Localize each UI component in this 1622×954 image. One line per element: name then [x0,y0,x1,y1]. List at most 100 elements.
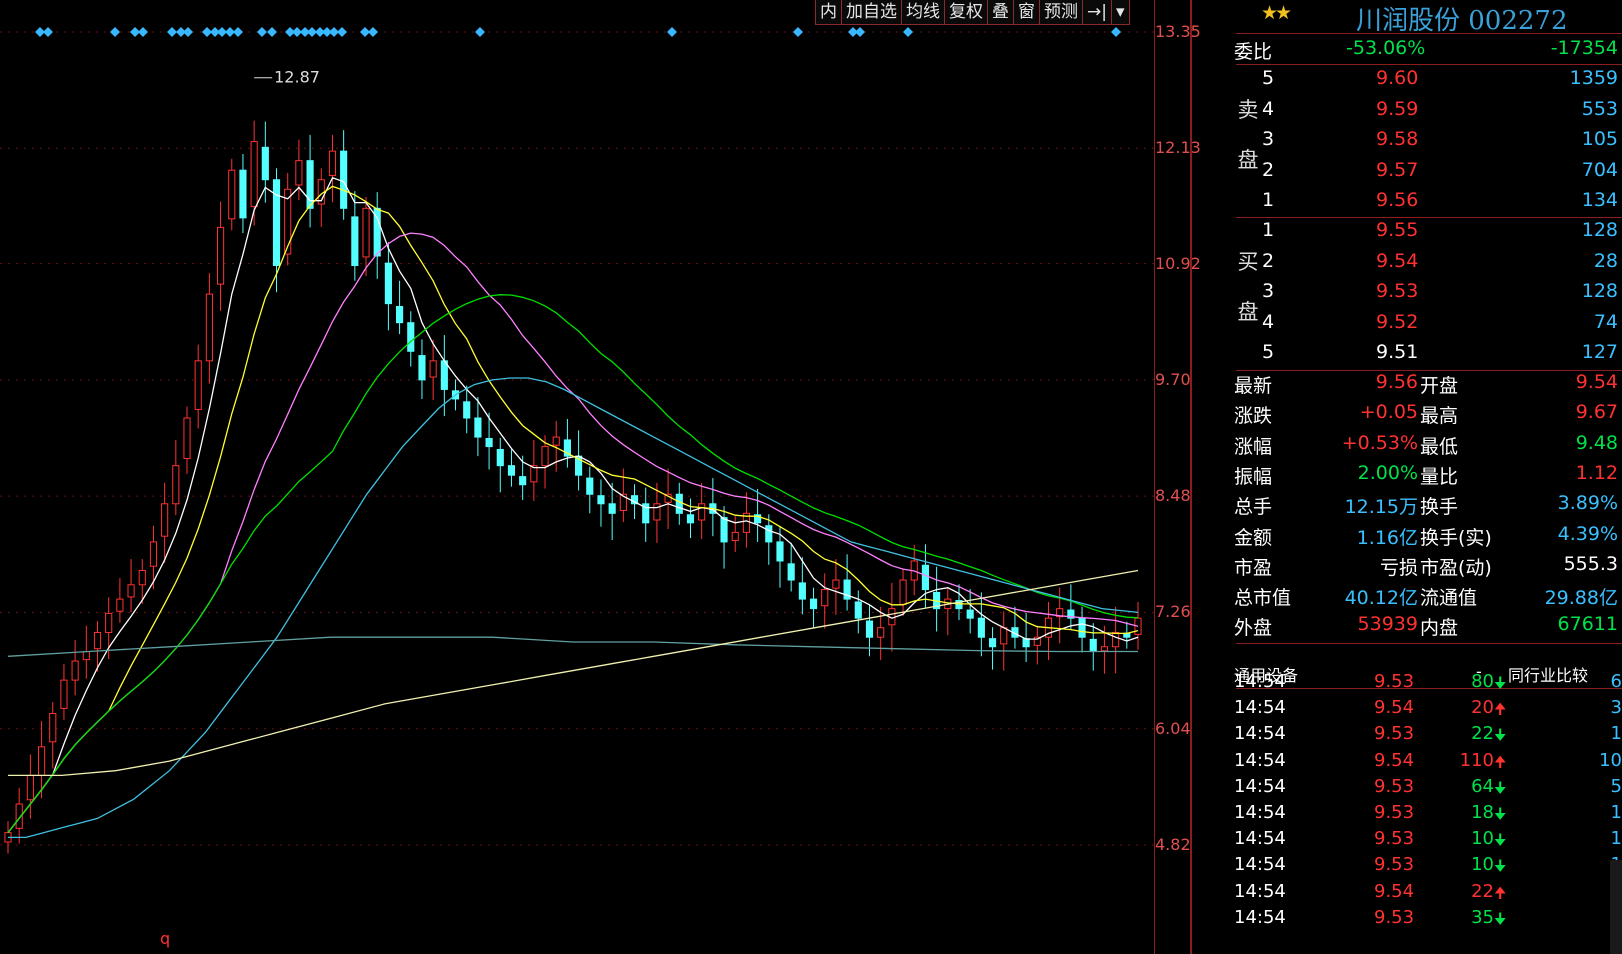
weibi-label: 委比 [1234,41,1273,63]
candle-body [597,495,605,505]
buy-level-row[interactable]: 5 9.51 127 [1236,337,1622,368]
buy-level-row[interactable]: 4 9.52 74 [1236,307,1622,338]
tick-time: 14:54 [1234,723,1286,745]
tick-time: 14:54 [1234,697,1286,719]
sell-level-row[interactable]: 2 9.57 704 [1236,155,1622,186]
stat-label: 市盈(动) [1420,556,1492,579]
candle-body [496,448,504,467]
level-price: 9.60 [1376,67,1419,89]
price-tick-label: 4.82 [1155,835,1191,854]
stat-value: 29.88亿 [1544,587,1618,610]
toolbar-button[interactable]: 内 [816,0,842,24]
buy-level-row[interactable]: 3 9.53 128 [1236,276,1622,307]
stat-value: 1.16亿 [1356,526,1418,549]
kline-chart[interactable]: 12.87 q [0,0,1190,954]
toolbar-button[interactable]: 预测 [1040,0,1083,24]
toolbar-button[interactable]: 均线 [902,0,945,24]
level-price: 9.57 [1376,158,1419,181]
tick-scrollbar[interactable] [1610,860,1622,954]
tick-count: 6 [1610,671,1622,692]
sell-level-row[interactable]: 1 9.56 134 [1236,185,1622,216]
kline-chart-area[interactable]: 12.87 q 13.35 12.13 10.92 9.70 8.48 7.26 6.04 4.… [0,0,1201,954]
stat-value: 9.56 [1375,371,1418,393]
tick-volume: 64 [1471,775,1494,797]
price-tick-label: 13.35 [1155,22,1201,41]
level-number: 4 [1262,97,1275,120]
level-number: 2 [1262,158,1275,181]
sell-level-row[interactable]: 3 9.58 105 [1236,124,1622,155]
stock-header: ★★ 川润股份 002272 [1236,0,1622,36]
stat-label: 最低 [1420,435,1459,458]
tick-time: 14:54 [1234,854,1286,876]
toolbar-button[interactable]: 叠 [988,0,1014,24]
price-tick-label: 10.92 [1155,253,1201,273]
candle-body [798,582,806,600]
tick-volume: 22 [1471,723,1494,745]
signal-diamond [110,27,120,37]
tick-volume: 20 [1471,697,1494,719]
stat-row: 市盈 亏损 市盈(动) 555.3 [1234,549,1622,580]
candle-body [698,503,706,521]
candle-body [765,525,773,543]
ma120-line [7,636,1138,657]
stat-label: 换手 [1420,496,1459,519]
toolbar-button[interactable]: ▾ [1112,0,1129,24]
candle-body [440,360,448,390]
weibi-row: 委比 -53.06% -17354 [1234,33,1622,64]
quote-panel: ★★ 川润股份 002272 委比 -53.06% -17354 卖盘 5 9.60… [1234,0,1622,954]
stat-label: 流通值 [1420,587,1478,610]
tick-volume: 10 [1471,854,1494,876]
toolbar-button[interactable]: 窗 [1014,0,1040,24]
toolbar-button[interactable]: →| [1083,0,1112,24]
candle-body [776,541,784,562]
sell-level-row[interactable]: 4 9.59 553 [1236,94,1622,125]
stat-row: 金额 1.16亿 换手(实) 4.39% [1234,519,1622,550]
max-price-label: 12.87 [274,68,320,87]
stat-value: 4.39% [1557,522,1618,545]
candle-body [116,598,124,612]
signal-diamond [1111,27,1121,37]
tick-volume: 80 [1471,671,1494,692]
candle-body [328,150,337,176]
candle-body [1100,646,1109,652]
candle-body [172,465,180,505]
stat-label: 振幅 [1234,465,1273,488]
tick-time: 14:54 [1234,906,1286,928]
sell-level-row[interactable]: 5 9.60 1359 [1236,63,1622,94]
level-price: 9.51 [1376,341,1419,363]
tick-row: 14:549.5422🠉1 [1234,877,1622,904]
tick-price: 9.53 [1374,906,1415,928]
signal-diamond [368,27,378,37]
candle-body [60,679,68,709]
stock-name: 川润股份 002272 [1356,6,1568,36]
candle-body [194,360,202,410]
toolbar-button[interactable]: 加自选 [842,0,902,24]
tick-count: 3 [1610,697,1622,719]
level-price: 9.55 [1376,219,1419,241]
candle-body [105,612,113,633]
tick-row: 14:549.5310🠋1 [1234,824,1622,851]
candle-body [463,401,471,419]
stat-value: +0.05 [1359,401,1418,424]
level-price: 9.58 [1376,128,1419,150]
candle-body [71,660,79,681]
toolbar-button[interactable]: 复权 [945,0,988,24]
buy-level-row[interactable]: 2 9.54 28 [1236,246,1622,277]
candle-body [93,631,102,650]
candle-body [988,638,997,648]
candle-body [586,477,594,495]
favorite-stars-icon[interactable]: ★★ [1261,2,1292,24]
level-volume: 1359 [1569,67,1618,89]
stat-value: 3.89% [1557,492,1618,515]
ma60-line [8,377,1139,839]
stat-label: 金额 [1234,526,1273,549]
tick-row: 14:54 9.53 64 🠋 5 [1234,772,1622,799]
candle-body [138,570,146,586]
buy-level-row[interactable]: 1 9.55 128 [1236,215,1622,246]
level-price: 9.53 [1376,280,1419,302]
tick-time: 14:54 [1234,828,1286,850]
signal-diamond [167,27,177,37]
tick-volume: 10 [1471,828,1494,850]
tick-price: 9.53 [1374,854,1415,876]
stat-row: 涨幅 +0.53% 最低 9.48 [1234,428,1622,459]
